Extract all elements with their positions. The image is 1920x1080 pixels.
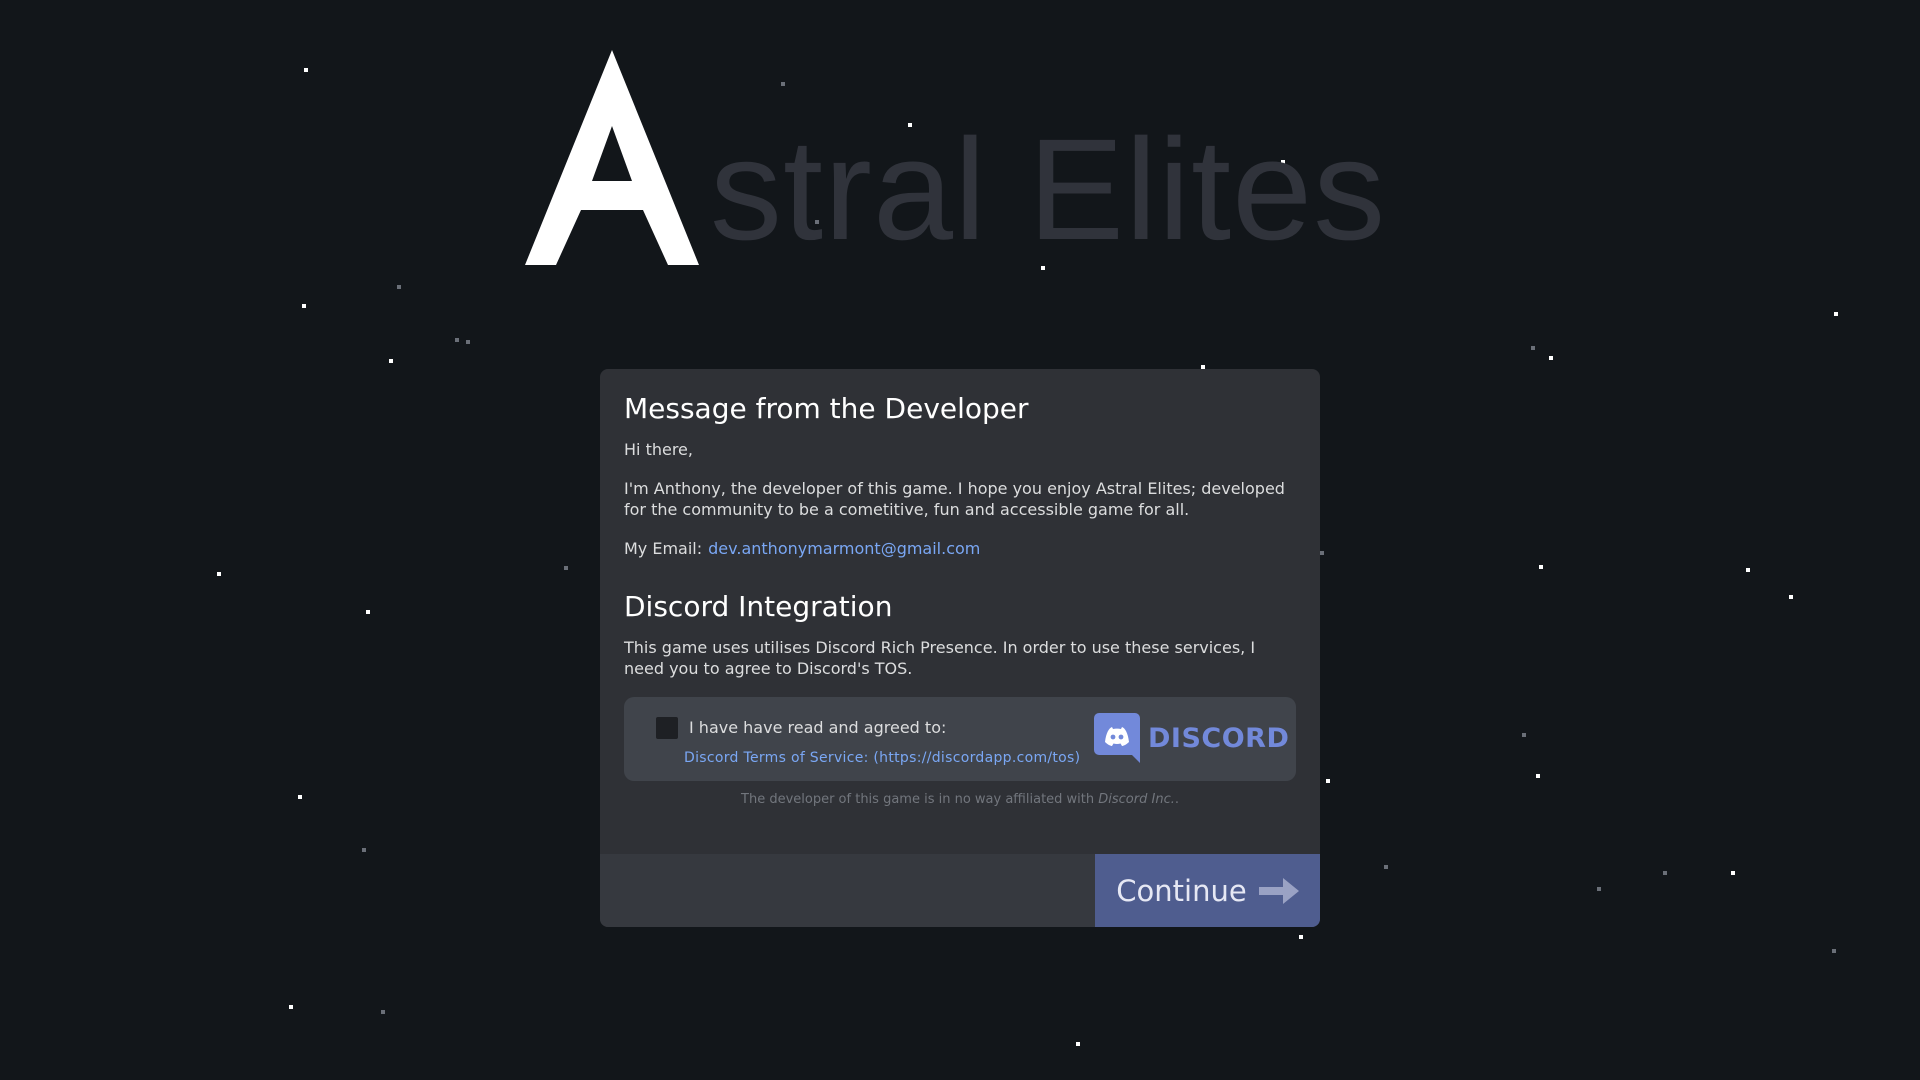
developer-heading: Message from the Developer — [624, 392, 1029, 425]
star — [455, 338, 459, 342]
logo-wordmark: stral Elites — [710, 109, 1387, 270]
continue-label: Continue — [1116, 873, 1247, 908]
star — [564, 566, 568, 570]
star — [1536, 774, 1540, 778]
star — [389, 359, 393, 363]
dialog-body: Message from the Developer Hi there, I'm… — [600, 369, 1320, 810]
star — [381, 1010, 385, 1014]
star — [397, 285, 401, 289]
star — [1731, 871, 1735, 875]
logo-letter-a: A — [525, 50, 699, 265]
tos-agreement-box: I have have read and agreed to: Discord … — [624, 697, 1296, 781]
star — [1549, 356, 1553, 360]
star — [302, 304, 306, 308]
greeting-text: Hi there, — [624, 440, 693, 459]
email-label: My Email: — [624, 539, 703, 558]
discord-text: This game uses utilises Discord Rich Pre… — [624, 638, 1256, 678]
discord-logo: DISCORD — [1094, 713, 1289, 763]
disclaimer-suffix: . — [1174, 792, 1179, 807]
star — [1531, 346, 1535, 350]
star — [1597, 887, 1601, 891]
star — [1539, 565, 1543, 569]
star — [1832, 949, 1836, 953]
arrow-right-icon — [1258, 877, 1299, 904]
discord-logo-icon — [1094, 713, 1140, 763]
email-link[interactable]: dev.anthonymarmont@gmail.com — [708, 538, 980, 559]
star — [298, 795, 302, 799]
launcher-screen: A stral Elites Message from the Develope… — [0, 0, 1920, 1080]
star — [366, 610, 370, 614]
disclaimer-company: Discord Inc. — [1098, 792, 1175, 807]
discord-heading: Discord Integration — [624, 590, 893, 623]
star — [1299, 935, 1303, 939]
developer-message-dialog: Message from the Developer Hi there, I'm… — [600, 369, 1320, 927]
star — [304, 68, 308, 72]
star — [362, 848, 366, 852]
email-row: My Email: dev.anthonymarmont@gmail.com — [624, 538, 1296, 559]
star — [217, 572, 221, 576]
star — [1663, 871, 1667, 875]
star — [1326, 779, 1330, 783]
star — [1522, 733, 1526, 737]
dialog-footer: Continue — [600, 854, 1320, 927]
disclaimer-text: The developer of this game is in no way … — [624, 789, 1296, 810]
star — [1076, 1042, 1080, 1046]
star — [289, 1005, 293, 1009]
star — [1746, 568, 1750, 572]
star — [1384, 865, 1388, 869]
star — [1834, 312, 1838, 316]
tos-checkbox[interactable] — [656, 717, 678, 739]
intro-text: I'm Anthony, the developer of this game.… — [624, 479, 1285, 519]
star — [466, 340, 470, 344]
star — [1320, 551, 1324, 555]
discord-wordmark: DISCORD — [1148, 722, 1290, 754]
agree-label: I have have read and agreed to: — [689, 718, 947, 737]
discord-tos-link[interactable]: Discord Terms of Service: (https://disco… — [684, 748, 1080, 769]
disclaimer-prefix: The developer of this game is in no way … — [741, 792, 1095, 807]
game-logo: A stral Elites — [525, 50, 1385, 280]
star — [1789, 595, 1793, 599]
continue-button[interactable]: Continue — [1095, 854, 1320, 927]
